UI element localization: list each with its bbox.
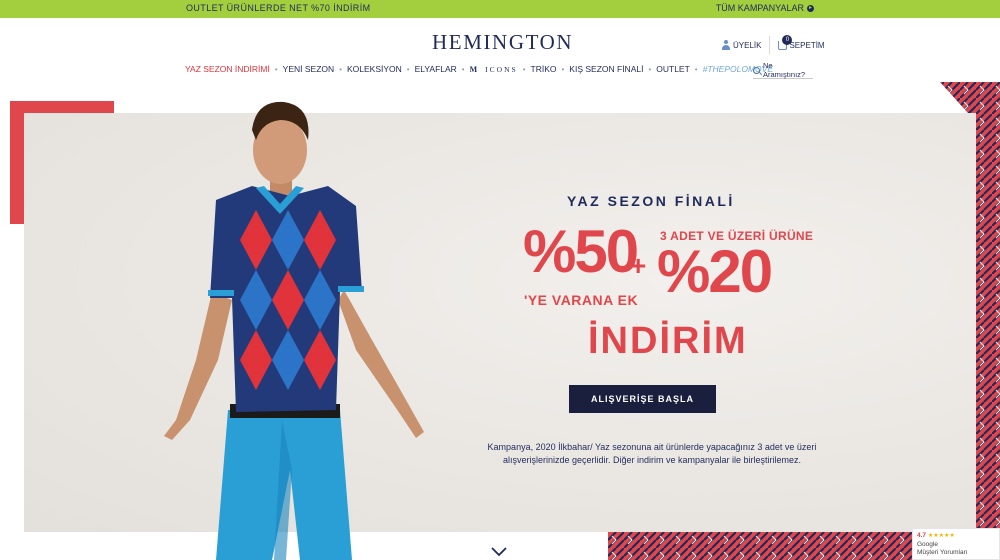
brand-logo[interactable]: HEMINGTON: [432, 30, 573, 55]
top-promo-bar: OUTLET ÜRÜNLERDE NET %70 İNDİRİM TÜM KAM…: [0, 0, 1000, 18]
cart-count-badge: 0: [782, 34, 793, 45]
nav-item-icons[interactable]: M ICONS: [470, 65, 518, 74]
header-user-area: ÜYELİK 0 SEPETİM: [722, 34, 825, 54]
nav-separator: •: [648, 64, 652, 74]
arrow-right-icon: ▸: [807, 4, 814, 12]
nav-separator: •: [694, 64, 698, 74]
nav-item-winter-sale[interactable]: KIŞ SEZON FİNALİ: [569, 64, 643, 74]
icons-logo-mark: M: [469, 64, 480, 74]
nav-item-new-season[interactable]: YENİ SEZON: [283, 64, 334, 74]
search-placeholder: Ne Aramıştınız?: [763, 61, 806, 79]
nav-separator: •: [461, 64, 465, 74]
nav-item-icons-label: ICONS: [485, 64, 518, 74]
rating-source: Google: [917, 540, 938, 548]
rating-score-row: 4.7 ★★★★★: [917, 532, 995, 541]
hero-background-texture: [24, 113, 976, 532]
search-icon: [753, 66, 760, 74]
hero-banner[interactable]: [24, 113, 976, 532]
google-rating-widget[interactable]: 4.7 ★★★★★ Google Müşteri Yorumları: [912, 528, 1000, 560]
search-input[interactable]: Ne Aramıştınız?: [753, 61, 813, 79]
nav-separator: •: [561, 64, 565, 74]
membership-link[interactable]: ÜYELİK: [722, 40, 761, 50]
cart-label: SEPETİM: [789, 40, 825, 50]
rating-score: 4.7: [917, 532, 927, 539]
hero-pattern-bottom: [608, 532, 914, 560]
all-campaigns-link[interactable]: TÜM KAMPANYALAR ▸: [716, 3, 814, 13]
user-icon: [722, 40, 730, 50]
nav-separator: •: [274, 64, 278, 74]
membership-label: ÜYELİK: [733, 40, 762, 50]
nav-item-summer-sale[interactable]: YAZ SEZON İNDİRİMİ: [185, 64, 270, 74]
nav-separator: •: [522, 64, 526, 74]
main-navigation: YAZ SEZON İNDİRİMİ • YENİ SEZON • KOLEKS…: [185, 64, 773, 74]
nav-item-outlet[interactable]: OUTLET: [656, 64, 690, 74]
rating-stars-icon: ★★★★★: [927, 533, 955, 539]
start-shopping-button[interactable]: ALIŞVERİŞE BAŞLA: [569, 385, 716, 413]
nav-item-collection[interactable]: KOLEKSİYON: [347, 64, 402, 74]
outlet-promo-text[interactable]: OUTLET ÜRÜNLERDE NET %70 İNDİRİM: [186, 3, 371, 13]
cart-link[interactable]: 0 SEPETİM: [778, 34, 825, 50]
all-campaigns-label: TÜM KAMPANYALAR: [715, 3, 804, 13]
nav-item-knitwear[interactable]: TRİKO: [531, 64, 557, 74]
nav-item-fibers[interactable]: ELYAFLAR: [415, 64, 457, 74]
scroll-down-chevron-icon[interactable]: [490, 546, 508, 558]
nav-separator: •: [339, 64, 342, 74]
header-divider: [769, 36, 771, 54]
nav-separator: •: [406, 64, 410, 74]
rating-label: Müşteri Yorumları: [917, 549, 968, 556]
